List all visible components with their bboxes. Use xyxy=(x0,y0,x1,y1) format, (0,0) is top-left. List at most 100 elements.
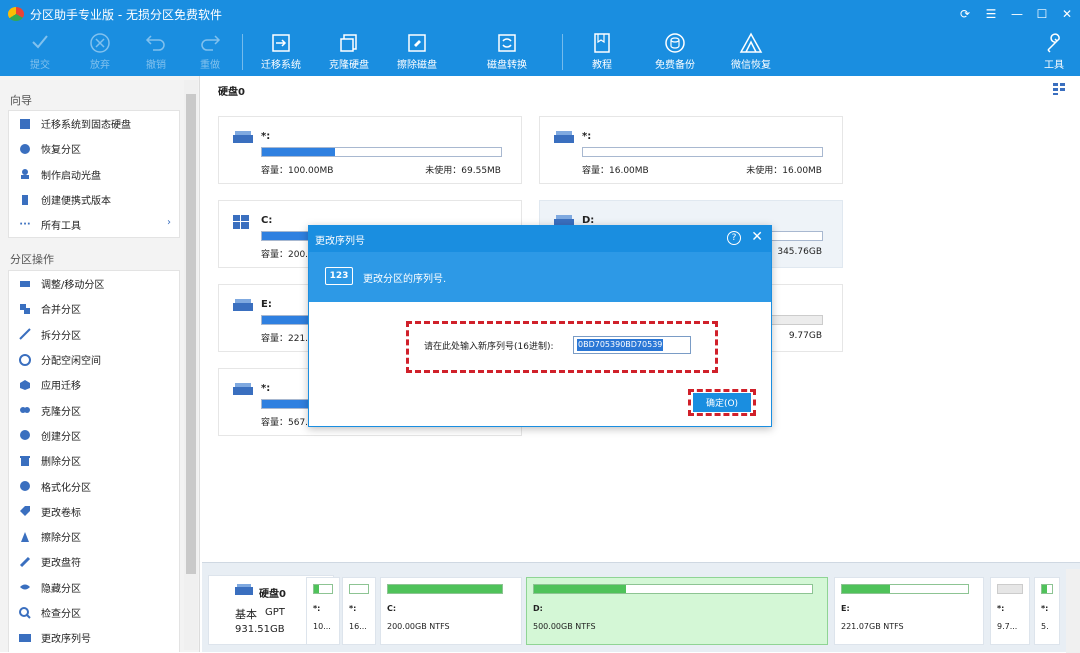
redo-button[interactable]: 重做 xyxy=(190,28,230,76)
close-icon[interactable]: ✕ xyxy=(751,229,763,245)
allocate-space-icon xyxy=(19,353,31,366)
change-label-icon xyxy=(19,505,31,517)
book-icon xyxy=(584,28,620,56)
wechat-recovery-button[interactable]: 微信恢复 xyxy=(728,28,774,76)
minimize-icon[interactable]: — xyxy=(1006,4,1028,24)
sidebar-item-resize-move[interactable]: 调整/移动分区 xyxy=(9,271,179,296)
sidebar-item-all-tools[interactable]: ··· 所有工具 › xyxy=(9,212,179,237)
serial-input[interactable] xyxy=(573,336,691,354)
close-icon[interactable]: ✕ xyxy=(1056,4,1078,24)
disk-convert-icon xyxy=(484,28,530,56)
tools-button[interactable]: 工具 xyxy=(1040,28,1068,76)
partition-block[interactable]: D: 500.00GB NTFS xyxy=(526,577,828,645)
partition-block[interactable]: *: 5. xyxy=(1034,577,1060,645)
menu-icon[interactable]: ☰ xyxy=(980,4,1002,24)
usage-bar xyxy=(313,584,333,594)
sidebar-item-wipe-partition[interactable]: 擦除分区 xyxy=(9,524,179,549)
tutorial-button[interactable]: 教程 xyxy=(584,28,620,76)
free-backup-button[interactable]: 免费备份 xyxy=(652,28,698,76)
sidebar-scrollbar[interactable] xyxy=(184,80,198,650)
refresh-icon[interactable]: ⟳ xyxy=(954,4,976,24)
usage-fill xyxy=(262,232,310,240)
usage-bar xyxy=(841,584,969,594)
migrate-os-button[interactable]: 迁移系统 xyxy=(258,28,304,76)
usage-fill xyxy=(534,585,626,593)
sidebar-item-migrate-ssd[interactable]: 迁移系统到固态硬盘 xyxy=(9,111,179,136)
recover-partition-icon xyxy=(19,143,31,155)
usage-fill xyxy=(1042,585,1047,593)
drive-icon xyxy=(233,299,253,316)
dialog-title-bar: 更改序列号 ? ✕ xyxy=(309,226,771,252)
hide-partition-icon xyxy=(19,581,31,593)
sidebar-item-check-partition[interactable]: 检查分区 xyxy=(9,600,179,625)
clone-disk-icon xyxy=(326,28,372,56)
sidebar-item-change-serial[interactable]: 更改序列号 xyxy=(9,625,179,650)
resize-move-icon xyxy=(19,278,31,290)
sidebar-item-bootable-disc[interactable]: 制作启动光盘 xyxy=(9,162,179,187)
partition-block[interactable]: E: 221.07GB NTFS xyxy=(834,577,984,645)
merge-partition-icon xyxy=(19,303,31,315)
disk-map-scrollbar[interactable] xyxy=(1066,569,1080,653)
view-toggle-icon[interactable] xyxy=(1052,82,1066,99)
partition-card[interactable]: *: 容量：16.00MB 未使用：16.00MB xyxy=(539,116,843,184)
partition-card[interactable]: *: 容量：100.00MB 未使用：69.55MB xyxy=(218,116,522,184)
delete-partition-icon xyxy=(19,455,31,467)
sidebar-item-delete-partition[interactable]: 删除分区 xyxy=(9,448,179,473)
partition-block[interactable]: *: 10... xyxy=(306,577,340,645)
sidebar-item-merge-partition[interactable]: 合并分区 xyxy=(9,296,179,321)
wipe-disk-button[interactable]: 擦除磁盘 xyxy=(394,28,440,76)
scrollbar-thumb[interactable] xyxy=(186,94,196,574)
clone-disk-button[interactable]: 克隆硬盘 xyxy=(326,28,372,76)
usage-bar xyxy=(261,147,502,157)
all-tools-icon: ··· xyxy=(19,219,31,231)
discard-button[interactable]: 放弃 xyxy=(80,28,120,76)
title-bar: 分区助手专业版 - 无损分区免费软件 ⟳ ☰ — ☐ ✕ xyxy=(0,0,1080,28)
sidebar-item-create-partition[interactable]: 创建分区 xyxy=(9,423,179,448)
usage-fill xyxy=(388,585,502,593)
partition-block[interactable]: *: 16... xyxy=(342,577,376,645)
undo-button[interactable]: 撤销 xyxy=(136,28,176,76)
usage-fill xyxy=(262,400,310,408)
drive-icon xyxy=(554,131,574,148)
dialog-heading: 更改分区的序列号. xyxy=(363,274,447,285)
toolbar: 提交 放弃 撤销 重做 迁移系统 克隆硬盘 擦除磁盘 磁盘转换 教程 免费备份 … xyxy=(0,28,1080,76)
dialog-title: 更改序列号 xyxy=(315,236,365,247)
sidebar-item-app-migrate[interactable]: 应用迁移 xyxy=(9,372,179,397)
sidebar-item-hide-partition[interactable]: 隐藏分区 xyxy=(9,575,179,600)
partition-block[interactable]: *: 9.7... xyxy=(990,577,1030,645)
help-icon[interactable]: ? xyxy=(727,231,741,245)
ok-button[interactable]: 确定(O) xyxy=(693,393,751,412)
maximize-icon[interactable]: ☐ xyxy=(1031,4,1053,24)
app-logo-icon xyxy=(8,7,24,21)
check-icon xyxy=(20,28,60,56)
sidebar-item-clone-partition[interactable]: 克隆分区 xyxy=(9,397,179,422)
commit-button[interactable]: 提交 xyxy=(20,28,60,76)
toolbar-divider xyxy=(562,34,563,70)
sidebar: 向导 迁移系统到固态硬盘 恢复分区 制作启动光盘 创建便携式版本 ··· 所有工… xyxy=(0,76,200,652)
change-serial-dialog: 更改序列号 ? ✕ 123 更改分区的序列号. 请在此处输入新序列号(16进制)… xyxy=(308,225,772,427)
sidebar-item-allocate-space[interactable]: 分配空闲空间 xyxy=(9,347,179,372)
disk-convert-button[interactable]: 磁盘转换 xyxy=(484,28,530,76)
sidebar-item-change-label[interactable]: 更改卷标 xyxy=(9,499,179,524)
sidebar-item-format-partition[interactable]: 格式化分区 xyxy=(9,473,179,498)
partition-ops-title: 分区操作 xyxy=(10,253,54,266)
partition-block[interactable]: C: 200.00GB NTFS xyxy=(380,577,522,645)
usage-bar xyxy=(997,584,1023,594)
usage-fill xyxy=(262,316,310,324)
sidebar-item-recover-partition[interactable]: 恢复分区 xyxy=(9,136,179,161)
sidebar-item-split-partition[interactable]: 拆分分区 xyxy=(9,322,179,347)
drive-icon xyxy=(233,131,253,148)
sidebar-item-portable-version[interactable]: 创建便携式版本 xyxy=(9,187,179,212)
serial-number-icon: 123 xyxy=(325,267,353,285)
portable-version-icon xyxy=(19,194,31,206)
usage-bar xyxy=(1041,584,1053,594)
migrate-ssd-icon xyxy=(19,118,31,130)
clone-partition-icon xyxy=(19,404,31,416)
sidebar-item-change-letter[interactable]: 更改盘符 xyxy=(9,549,179,574)
app-migrate-icon xyxy=(19,379,31,391)
check-partition-icon xyxy=(19,606,31,619)
dialog-banner: 123 更改分区的序列号. xyxy=(309,252,771,302)
toolbar-divider xyxy=(242,34,243,70)
drive-icon xyxy=(233,383,253,400)
migrate-icon xyxy=(258,28,304,56)
